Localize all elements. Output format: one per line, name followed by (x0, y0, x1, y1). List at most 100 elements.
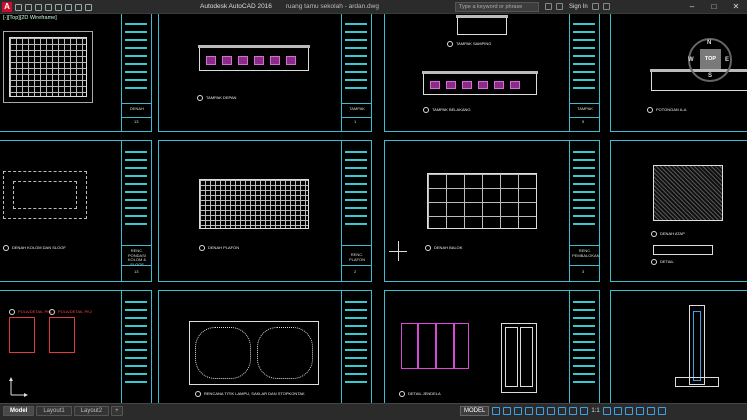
window-detail-2 (49, 317, 75, 353)
layout-tabs: Model Layout1 Layout2 + (3, 406, 123, 416)
add-layout-button[interactable]: + (111, 406, 123, 416)
floor-plan-grid (9, 37, 87, 97)
drawing-label: DETAIL JENDELA (399, 391, 441, 397)
save-icon[interactable] (35, 3, 42, 11)
annotation-icon[interactable] (569, 407, 578, 415)
sheet-plafon: DENAH PLAFON RENC. PLAFON 2 (158, 140, 372, 282)
user-icon[interactable] (556, 3, 563, 10)
drawing-label: POLA/DETAIL PK1 (9, 309, 52, 315)
sheet-denah: DENAH 13 (0, 14, 152, 132)
tab-model[interactable]: Model (3, 406, 35, 416)
sheet-title: TAMPAK (349, 106, 365, 111)
title-block: RENC. PLAFON 2 (341, 141, 371, 281)
osnap-icon[interactable] (536, 407, 545, 415)
drawing-label: DENAH PLAFON (199, 245, 239, 251)
front-elevation (198, 45, 310, 71)
tab-layout2[interactable]: Layout2 (73, 406, 110, 416)
new-file-icon[interactable] (15, 3, 22, 11)
tab-layout1[interactable]: Layout1 (36, 406, 72, 416)
exchange-icon[interactable] (591, 3, 599, 10)
undo-icon[interactable] (65, 3, 72, 11)
drawing-label: DENAH KOLOM DAN SLOOF (3, 245, 66, 251)
save-as-icon[interactable] (45, 3, 52, 11)
open-file-icon[interactable] (25, 3, 32, 11)
title-block (341, 291, 371, 403)
polar-icon[interactable] (525, 407, 534, 415)
sheet-tampak-depan: TAMPAK DEPAN TAMPAK 1 (158, 14, 372, 132)
sheet-number: 13 (134, 269, 139, 274)
annotation-scale[interactable]: 1:1 (591, 408, 599, 414)
maximize-button[interactable]: □ (703, 0, 725, 14)
sheet-pondasi-detail (610, 290, 747, 403)
sheet-title: RENC. PLAFON (348, 252, 365, 262)
drawing-label: RENCANA TITIK LAMPU, SAKLAR DAN STOPKONT… (195, 391, 305, 397)
autocad-logo-icon[interactable]: A (2, 2, 12, 12)
drawing-label: TAMPAK BELAKANG (423, 107, 471, 113)
roof-plan (653, 165, 723, 221)
fullscreen-icon[interactable] (646, 407, 655, 415)
sheet-kolom: DENAH KOLOM DAN SLOOF RENC. PONDASI KOLO… (0, 140, 152, 282)
title-block: TAMPAK 5 (569, 14, 599, 131)
settings-gear-icon[interactable] (602, 407, 611, 415)
window-title: Autodesk AutoCAD 2016 ruang tamu sekolah… (200, 3, 379, 10)
window-detail-1 (9, 317, 35, 353)
status-bar: Model Layout1 Layout2 + MODEL 1:1 (0, 403, 747, 420)
sheet-number: 3 (582, 269, 585, 274)
close-button[interactable]: ✕ (725, 0, 747, 14)
ucs-icon (9, 377, 28, 397)
title-block: TAMPAK 1 (341, 14, 371, 131)
help-icon[interactable] (602, 3, 610, 10)
sheet-number: 13 (134, 119, 139, 124)
isolate-icon[interactable] (624, 407, 633, 415)
drawing-label: DETAIL (651, 259, 674, 265)
title-bar: A Autodesk AutoCAD 2016 ruang tamu sekol… (0, 0, 747, 14)
sign-in-button[interactable]: Sign In (569, 4, 588, 10)
sheet-tampak-samping: TAMPAK SAMPING TAMPAK BELAKANG TAMPAK 5 (384, 14, 600, 132)
workspace-icon[interactable] (580, 407, 589, 415)
drawing-label: DENAH ATAP (651, 231, 685, 237)
sheet-number: 1 (354, 119, 357, 124)
sheet-number: 5 (582, 119, 585, 124)
minimize-button[interactable]: – (681, 0, 703, 14)
compass-south[interactable]: S (708, 73, 712, 79)
title-block: DENAH 13 (121, 14, 151, 131)
viewcube-top-face[interactable]: TOP (700, 49, 721, 69)
redo-icon[interactable] (75, 3, 82, 11)
sheet-atap: DENAH ATAP DETAIL (610, 140, 747, 282)
drawing-label: DENAH BALOK (425, 245, 462, 251)
drawing-label: POLA/DETAIL PK2 (49, 309, 92, 315)
grid-icon[interactable] (492, 407, 501, 415)
binoculars-icon[interactable] (545, 3, 552, 10)
drawing-canvas[interactable]: [-][Top][2D Wireframe] DENAH 13 TAMPAK D… (0, 14, 747, 403)
sheet-title: RENC. PEMBALOKAN (572, 248, 600, 258)
snap-icon[interactable] (503, 407, 512, 415)
sheet-title: DENAH (129, 106, 144, 111)
title-block (569, 291, 599, 403)
drawing-label: TAMPAK DEPAN (197, 95, 236, 101)
model-space-button[interactable]: MODEL (460, 406, 490, 416)
ceiling-grid (199, 179, 309, 229)
beam-plan (427, 173, 537, 229)
sheet-number: 2 (354, 269, 357, 274)
title-block (121, 291, 151, 403)
title-block: RENC. PEMBALOKAN 3 (569, 141, 600, 281)
sheet-balok: DENAH BALOK RENC. PEMBALOKAN 3 (384, 140, 600, 282)
compass-east[interactable]: E (725, 57, 729, 63)
lineweight-icon[interactable] (558, 407, 567, 415)
search-input[interactable]: Type a keyword or phrase (455, 2, 539, 12)
otrack-icon[interactable] (547, 407, 556, 415)
drawing-label: TAMPAK SAMPING (447, 41, 491, 47)
customize-menu-icon[interactable] (657, 407, 666, 415)
sheet-title: TAMPAK (577, 106, 593, 111)
share-icon[interactable] (85, 3, 92, 11)
print-icon[interactable] (55, 3, 62, 11)
compass-north[interactable]: N (707, 40, 711, 46)
app-title: Autodesk AutoCAD 2016 (200, 3, 272, 10)
drawing-label: POTONGAN A-A (647, 107, 686, 113)
compass-west[interactable]: W (688, 57, 694, 63)
hardware-acceleration-icon[interactable] (635, 407, 644, 415)
plus-icon[interactable] (613, 407, 622, 415)
ortho-icon[interactable] (514, 407, 523, 415)
sheet-jendela: DETAIL JENDELA (384, 290, 600, 403)
rear-elevation (422, 71, 538, 95)
